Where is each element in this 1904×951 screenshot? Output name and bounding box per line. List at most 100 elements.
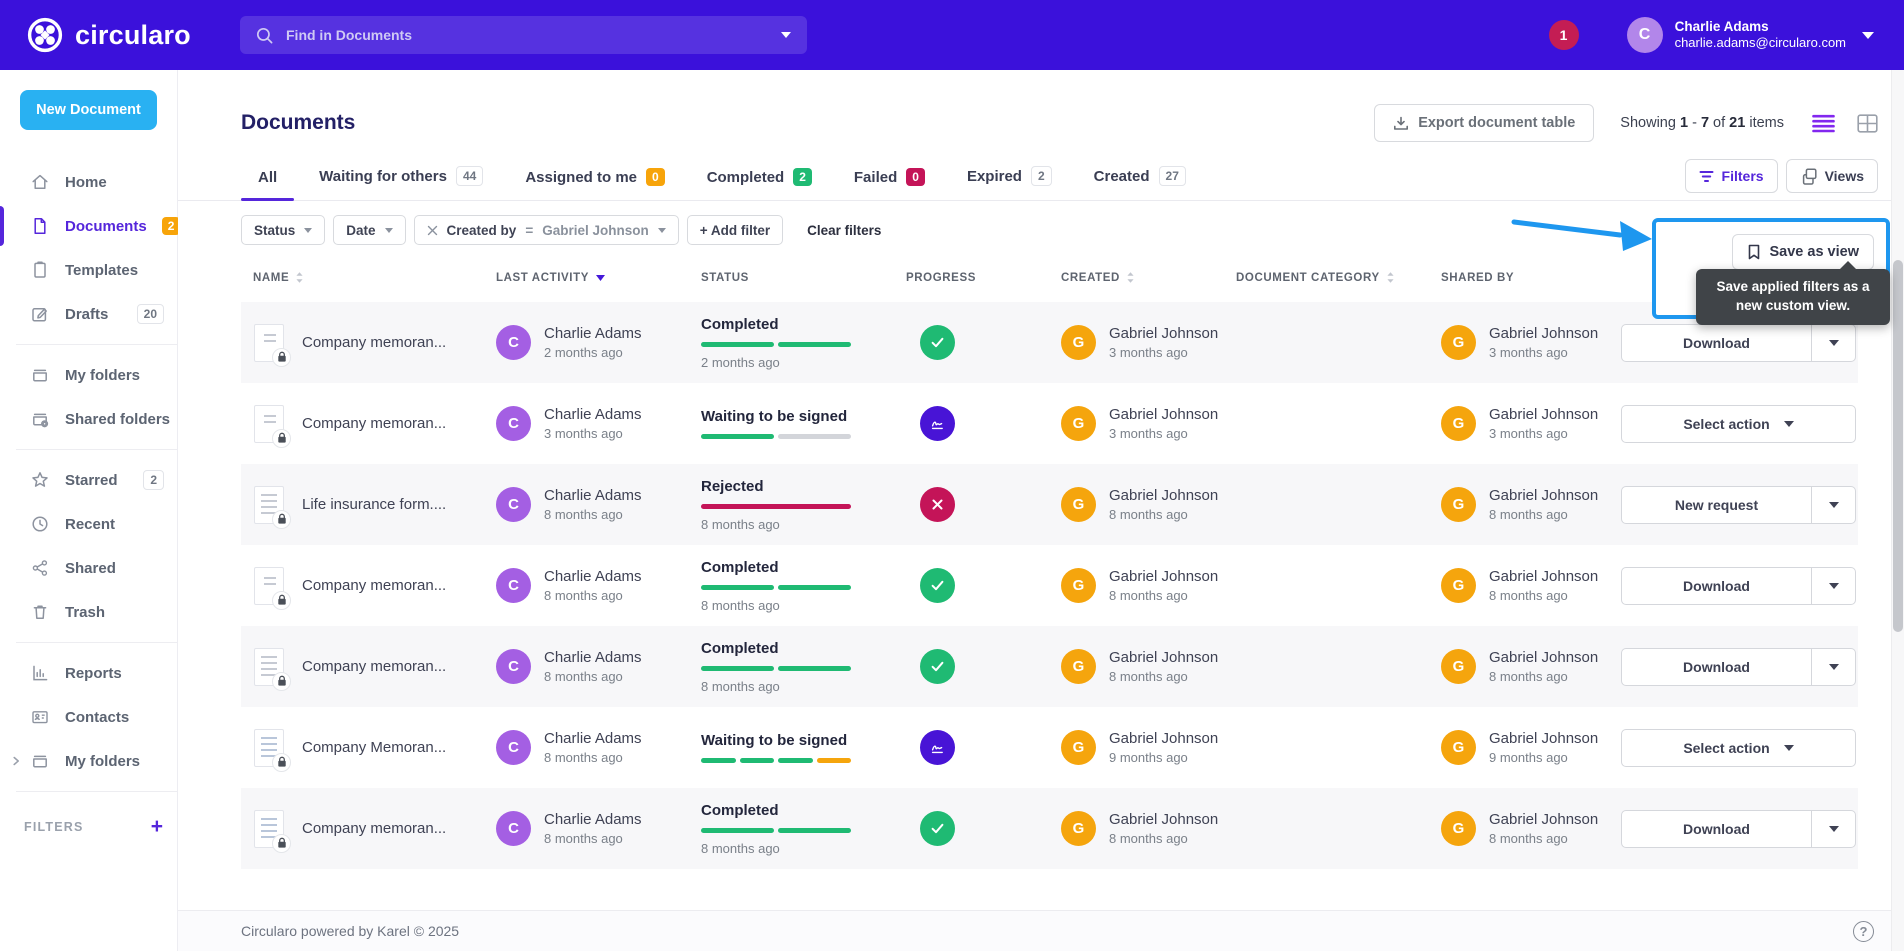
table-row[interactable]: Company memoran... C Charlie Adams 8 months… — [241, 626, 1858, 708]
grid-view-icon[interactable] — [1857, 113, 1878, 133]
table-row[interactable]: Company memoran... C Charlie Adams 8 months… — [241, 545, 1858, 626]
sidebar-item-drafts[interactable]: Drafts 20 — [0, 292, 177, 336]
table-row[interactable]: Company memoran... C Charlie Adams 2 months… — [241, 302, 1858, 384]
column-header-progress[interactable]: PROGRESS — [906, 271, 1061, 284]
star-icon — [30, 470, 50, 490]
brand-name: circularo — [75, 19, 191, 50]
table-row[interactable]: Life insurance form.... C Charlie Adams 8 m… — [241, 464, 1858, 546]
sidebar-item-reports[interactable]: Reports — [0, 651, 177, 695]
column-header-name[interactable]: NAME — [241, 271, 496, 284]
action-dropdown-caret-icon[interactable] — [1811, 648, 1855, 685]
column-header-status[interactable]: STATUS — [701, 271, 906, 284]
person-time: 3 months ago — [1109, 426, 1188, 442]
column-header-shared-by[interactable]: SHARED BY — [1441, 271, 1621, 284]
progress-segment-gray — [778, 434, 851, 440]
document-name-cell: Company memoran... — [241, 404, 496, 448]
brand-logo[interactable]: circularo — [26, 16, 191, 54]
column-label: CREATED — [1061, 271, 1120, 284]
status-time: 8 months ago — [701, 516, 780, 532]
table-row[interactable]: Company memoran... C Charlie Adams 8 months… — [241, 788, 1858, 870]
filters-button[interactable]: Filters — [1684, 159, 1778, 194]
global-search[interactable] — [240, 16, 807, 54]
avatar: C — [496, 325, 531, 361]
action-dropdown-caret-icon[interactable] — [1811, 810, 1855, 847]
action-label: Download — [1683, 820, 1750, 837]
new-document-button[interactable]: New Document — [20, 90, 157, 130]
sidebar-item-badge: 20 — [136, 303, 164, 325]
action-dropdown-caret-icon[interactable] — [1811, 567, 1855, 604]
completed-check-icon — [920, 649, 955, 685]
avatar: G — [1441, 568, 1476, 604]
sidebar-item-templates[interactable]: Templates — [0, 248, 177, 292]
progress-bar — [701, 758, 851, 764]
sidebar-item-shared[interactable]: Shared — [0, 546, 177, 590]
scrollbar-thumb[interactable] — [1893, 260, 1903, 632]
person-name: Charlie Adams — [544, 730, 642, 748]
sort-icon — [1126, 271, 1135, 284]
sidebar-item-home[interactable]: Home — [0, 160, 177, 204]
download-button[interactable]: Download — [1621, 647, 1856, 686]
column-label: SHARED BY — [1441, 271, 1515, 284]
add-filter-plus-icon[interactable]: + — [151, 816, 163, 837]
search-scope-caret-icon[interactable] — [781, 32, 791, 38]
table-row[interactable]: Company memoran... C Charlie Adams 3 months… — [241, 383, 1858, 464]
chevron-down-icon — [384, 227, 393, 233]
user-menu[interactable]: C Charlie Adams charlie.adams@circularo.… — [1626, 17, 1874, 53]
person-name: Charlie Adams — [544, 487, 642, 505]
shared-by-cell: G Gabriel Johnson 8 months ago — [1441, 568, 1621, 604]
sidebar-item-my-folders[interactable]: My folders — [0, 739, 177, 783]
action-dropdown-caret-icon[interactable] — [1811, 324, 1855, 361]
clear-filters-button[interactable]: Clear filters — [801, 222, 887, 239]
tab-expired[interactable]: Expired 2 — [950, 158, 1069, 200]
status-filter-chip[interactable]: Status — [241, 215, 326, 246]
notification-badge[interactable]: 1 — [1548, 20, 1579, 50]
chevron-right-icon — [10, 755, 22, 767]
download-button[interactable]: Download — [1621, 809, 1856, 848]
tab-failed[interactable]: Failed 0 — [837, 160, 942, 200]
list-view-icon[interactable] — [1812, 114, 1835, 133]
progress-segment-green — [701, 341, 774, 347]
lock-icon — [272, 509, 291, 529]
views-button[interactable]: Views — [1785, 159, 1878, 194]
tab-assigned-to-me[interactable]: Assigned to me 0 — [508, 160, 681, 200]
user-meta: Charlie Adams charlie.adams@circularo.co… — [1675, 18, 1846, 52]
date-filter-chip[interactable]: Date — [333, 215, 406, 246]
new-request-button[interactable]: New request — [1621, 485, 1856, 524]
tab-completed[interactable]: Completed 2 — [690, 160, 829, 200]
table-row[interactable]: Company Memoran... C Charlie Adams 8 months… — [241, 707, 1858, 788]
sidebar-item-starred[interactable]: Starred 2 — [0, 458, 177, 502]
add-filter-chip[interactable]: + Add filter — [686, 215, 784, 246]
bookmark-icon — [1747, 244, 1761, 260]
download-button[interactable]: Download — [1621, 323, 1856, 362]
document-name-cell: Company Memoran... — [241, 728, 496, 772]
select-action-button[interactable]: Select action — [1621, 404, 1856, 443]
person-name: Gabriel Johnson — [1489, 406, 1599, 424]
document-name: Company memoran... — [302, 334, 447, 352]
action-dropdown-caret-icon[interactable] — [1811, 486, 1855, 523]
status-label: Waiting to be signed — [701, 732, 848, 750]
created-by-filter-chip[interactable]: Created by = Gabriel Johnson — [413, 215, 679, 246]
sidebar-item-my-folders[interactable]: My folders — [0, 353, 177, 397]
user-menu-caret-icon — [1862, 31, 1874, 39]
export-document-table-button[interactable]: Export document table — [1374, 104, 1595, 142]
person-time: 8 months ago — [1489, 507, 1568, 523]
action-dropdown-caret-icon — [1783, 420, 1794, 427]
sidebar-item-documents[interactable]: Documents 2 — [0, 204, 181, 248]
column-header-created[interactable]: CREATED — [1061, 271, 1236, 284]
column-header-document-category[interactable]: DOCUMENT CATEGORY — [1236, 271, 1441, 284]
column-header-last-activity[interactable]: LAST ACTIVITY — [496, 271, 701, 284]
person-time: 8 months ago — [1109, 507, 1188, 523]
sidebar-item-recent[interactable]: Recent — [0, 502, 177, 546]
sidebar-item-contacts[interactable]: Contacts — [0, 695, 177, 739]
tab-created[interactable]: Created 27 — [1077, 158, 1203, 200]
tab-waiting-for-others[interactable]: Waiting for others 44 — [302, 158, 500, 200]
sidebar-item-shared-folders[interactable]: Shared folders — [0, 397, 177, 441]
remove-filter-icon[interactable] — [427, 225, 438, 236]
select-action-button[interactable]: Select action — [1621, 728, 1856, 767]
help-icon[interactable]: ? — [1853, 920, 1874, 942]
search-input[interactable] — [284, 26, 781, 44]
tab-all[interactable]: All — [241, 161, 295, 202]
search-icon — [256, 27, 273, 44]
download-button[interactable]: Download — [1621, 566, 1856, 605]
sidebar-item-trash[interactable]: Trash — [0, 590, 177, 634]
